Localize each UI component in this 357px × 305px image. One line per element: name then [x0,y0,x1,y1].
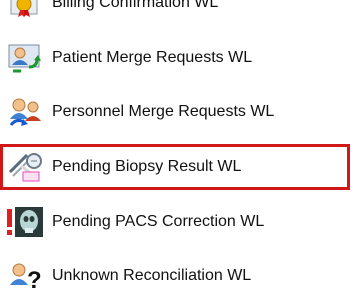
worklist-label: Patient Merge Requests WL [52,49,253,66]
worklist-label: Billing Confirmation WL [52,0,219,11]
worklist-label: Pending PACS Correction WL [52,213,265,230]
patient-merge-icon [7,43,45,73]
worklist-item-pending-pacs-correction[interactable]: Pending PACS Correction WL [0,199,350,245]
worklist-item-patient-merge[interactable]: Patient Merge Requests WL [0,35,350,81]
personnel-merge-icon [7,97,45,127]
worklist-label: Personnel Merge Requests WL [52,103,275,120]
billing-icon [7,0,45,18]
worklist-item-pending-biopsy-result[interactable]: Pending Biopsy Result WL [0,144,350,190]
worklist-label: Unknown Reconciliation WL [52,267,252,284]
biopsy-icon [7,152,45,182]
unknown-reconciliation-icon: ? [7,261,45,294]
worklist-label: Pending Biopsy Result WL [52,158,242,175]
svg-text:?: ? [27,267,42,291]
worklist-item-unknown-reconciliation[interactable]: ? Unknown Reconciliation WL [0,253,350,299]
worklist-item-personnel-merge[interactable]: Personnel Merge Requests WL [0,89,350,135]
pacs-icon [7,207,45,237]
worklist-list: Billing Confirmation WL Patient Merge Re… [0,0,357,305]
worklist-item-billing-confirmation[interactable]: Billing Confirmation WL [0,0,350,26]
